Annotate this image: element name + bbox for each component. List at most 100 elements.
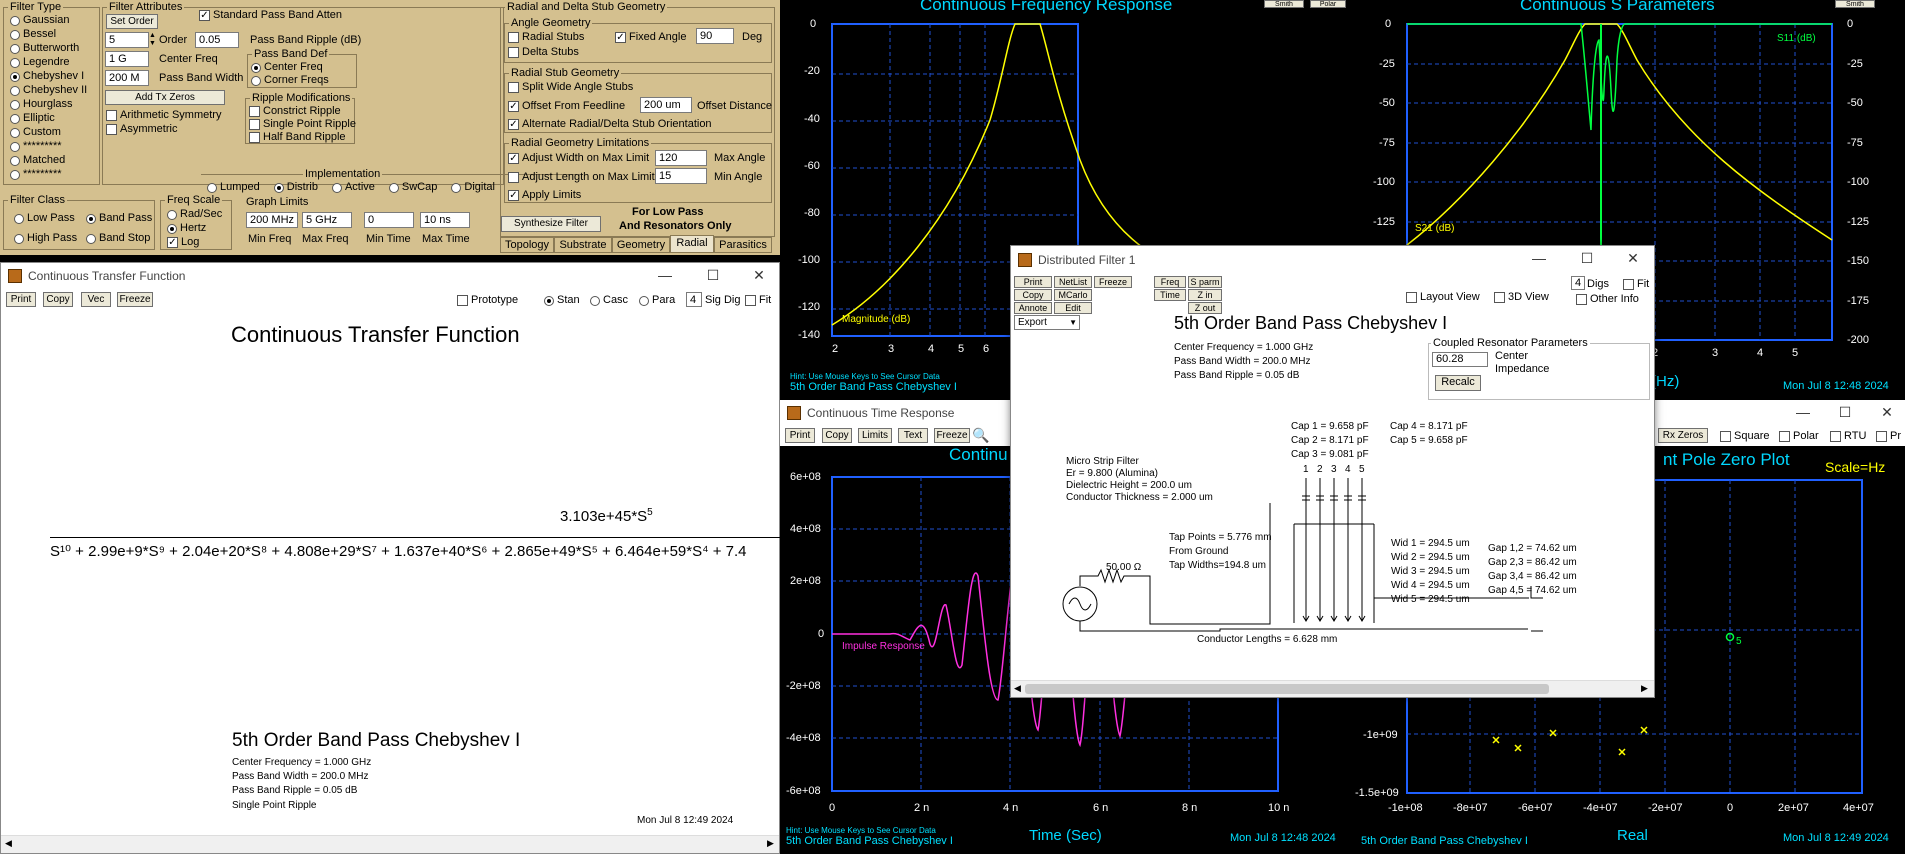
close-icon[interactable]: ✕ — [751, 267, 767, 284]
single-point-ripple-checkbox[interactable]: Single Point Ripple — [249, 118, 356, 131]
tab-topology[interactable]: Topology — [500, 237, 554, 253]
scroll-left-icon[interactable]: ◀ — [5, 838, 12, 849]
fixed-angle-checkbox[interactable]: Fixed Angle — [615, 31, 686, 44]
delta-stubs-check[interactable] — [508, 47, 519, 58]
filter-type-radio-dot[interactable] — [10, 99, 20, 110]
mode-para-radio[interactable]: Para — [639, 294, 675, 307]
impl-digital-dot[interactable] — [451, 182, 462, 193]
impl-swcap-radio[interactable]: SwCap — [388, 181, 437, 194]
standard-atten-check[interactable] — [199, 10, 210, 21]
class-band-stop-radio[interactable]: Band Stop — [86, 232, 150, 245]
pb-center-radio[interactable]: Center Freq — [251, 61, 323, 74]
class-band-pass-radio[interactable]: Band Pass — [86, 212, 152, 225]
maximize-icon[interactable]: ☐ — [705, 267, 721, 284]
constrict-ripple-checkbox[interactable]: Constrict Ripple — [249, 105, 341, 118]
ctf-vec-button[interactable]: Vec — [81, 292, 111, 307]
pb-corner-radio-dot[interactable] — [251, 75, 261, 86]
filter-type-radio-dot[interactable] — [10, 141, 20, 152]
tab-radial[interactable]: Radial — [670, 235, 714, 253]
filter-type-radio-dot[interactable] — [10, 15, 20, 26]
scale-log-check[interactable] — [167, 237, 178, 248]
sig-dig-input[interactable]: 4 — [686, 292, 702, 307]
filter-type-radio-2[interactable]: Butterworth — [10, 42, 79, 55]
tab-substrate[interactable]: Substrate — [554, 237, 612, 253]
half-band-ripple-checkbox[interactable]: Half Band Ripple — [249, 131, 346, 144]
filter-type-radio-dot[interactable] — [10, 43, 20, 54]
filter-type-radio-dot[interactable] — [10, 29, 20, 40]
order-spinner-icon[interactable]: ▲ ▼ — [149, 32, 156, 48]
ctf-freeze-button[interactable]: Freeze — [117, 292, 153, 307]
mode-casc-dot[interactable] — [590, 295, 600, 306]
min-angle-input[interactable]: 15 — [655, 168, 707, 184]
split-stubs-check[interactable] — [508, 82, 519, 93]
scale-radsec-radio[interactable]: Rad/Sec — [167, 208, 222, 221]
arith-symmetry-check[interactable] — [106, 110, 117, 121]
class-high-pass-dot[interactable] — [14, 233, 24, 244]
filter-type-radio-9[interactable]: ********* — [10, 140, 62, 153]
scale-radsec-dot[interactable] — [167, 209, 177, 220]
scale-hertz-dot[interactable] — [167, 223, 177, 234]
filter-type-radio-4[interactable]: Chebyshev I — [10, 70, 84, 83]
impl-digital-radio[interactable]: Digital — [451, 181, 495, 194]
mode-casc-radio[interactable]: Casc — [590, 294, 628, 307]
apply-limits-checkbox[interactable]: Apply Limits — [508, 189, 581, 202]
scroll-right-icon[interactable]: ▶ — [767, 838, 774, 849]
delta-stubs-checkbox[interactable]: Delta Stubs — [508, 46, 579, 59]
filter-type-radio-dot[interactable] — [10, 113, 20, 124]
dist-scroll-thumb[interactable] — [1025, 684, 1549, 694]
filter-type-radio-0[interactable]: Gaussian — [10, 14, 69, 27]
class-band-stop-dot[interactable] — [86, 233, 96, 244]
dist-horizontal-scrollbar[interactable]: ◀ ▶ — [1011, 680, 1654, 697]
scale-log-checkbox[interactable]: Log — [167, 236, 199, 249]
dist-scroll-left-icon[interactable]: ◀ — [1014, 683, 1021, 694]
impl-lumped-dot[interactable] — [207, 182, 217, 193]
ctf-copy-button[interactable]: Copy — [43, 292, 73, 307]
offset-feedline-check[interactable] — [508, 101, 519, 112]
filter-type-radio-5[interactable]: Chebyshev II — [10, 84, 87, 97]
filter-type-radio-dot[interactable] — [10, 155, 20, 166]
filter-type-radio-dot[interactable] — [10, 127, 20, 138]
ripple-input[interactable]: 0.05 — [195, 32, 239, 48]
impl-active-dot[interactable] — [331, 182, 342, 193]
max-time-input[interactable]: 10 ns — [420, 212, 470, 228]
offset-feedline-checkbox[interactable]: Offset From Feedline — [508, 100, 625, 113]
angle-input[interactable]: 90 — [696, 28, 734, 44]
class-low-pass-dot[interactable] — [14, 213, 24, 224]
mode-stan-radio[interactable]: Stan — [544, 294, 580, 307]
filter-type-radio-7[interactable]: Elliptic — [10, 112, 55, 125]
pb-center-radio-dot[interactable] — [251, 62, 261, 73]
filter-type-radio-11[interactable]: ********* — [10, 168, 62, 181]
ctf-fit-checkbox[interactable]: Fit — [745, 294, 771, 307]
filter-type-radio-dot[interactable] — [10, 71, 20, 82]
mode-para-dot[interactable] — [639, 295, 649, 306]
prototype-checkbox[interactable]: Prototype — [457, 294, 518, 307]
minimize-icon[interactable]: — — [657, 267, 673, 283]
ctf-print-button[interactable]: Print — [6, 292, 36, 307]
filter-type-radio-dot[interactable] — [10, 85, 20, 96]
prototype-check[interactable] — [457, 295, 468, 306]
asymmetric-checkbox[interactable]: Asymmetric — [106, 123, 177, 136]
impl-active-radio[interactable]: Active — [331, 181, 375, 194]
impl-distrib-radio[interactable]: Distrib — [273, 181, 318, 194]
tab-parasitics[interactable]: Parasitics — [714, 237, 772, 253]
filter-type-radio-6[interactable]: Hourglass — [10, 98, 73, 111]
radial-stubs-checkbox[interactable]: Radial Stubs — [508, 31, 584, 44]
adjust-width-checkbox[interactable]: Adjust Width on Max Limit — [508, 152, 649, 165]
adjust-width-check[interactable] — [508, 153, 519, 164]
min-time-input[interactable]: 0 — [364, 212, 414, 228]
standard-atten-checkbox[interactable]: Standard Pass Band Atten — [199, 9, 342, 22]
offset-distance-input[interactable]: 200 um — [640, 97, 692, 113]
radial-stubs-check[interactable] — [508, 32, 519, 43]
add-tx-zeros-button[interactable]: Add Tx Zeros — [105, 90, 225, 105]
half-band-check[interactable] — [249, 132, 260, 143]
constrict-check[interactable] — [249, 106, 260, 117]
split-stubs-checkbox[interactable]: Split Wide Angle Stubs — [508, 81, 633, 94]
filter-type-radio-1[interactable]: Bessel — [10, 28, 56, 41]
center-freq-input[interactable]: 1 G — [105, 51, 149, 67]
single-point-check[interactable] — [249, 119, 260, 130]
apply-limits-check[interactable] — [508, 190, 519, 201]
filter-type-radio-8[interactable]: Custom — [10, 126, 61, 139]
tab-geometry[interactable]: Geometry — [612, 237, 670, 253]
alternate-orientation-checkbox[interactable]: Alternate Radial/Delta Stub Orientation — [508, 118, 712, 131]
mode-stan-dot[interactable] — [544, 295, 554, 306]
